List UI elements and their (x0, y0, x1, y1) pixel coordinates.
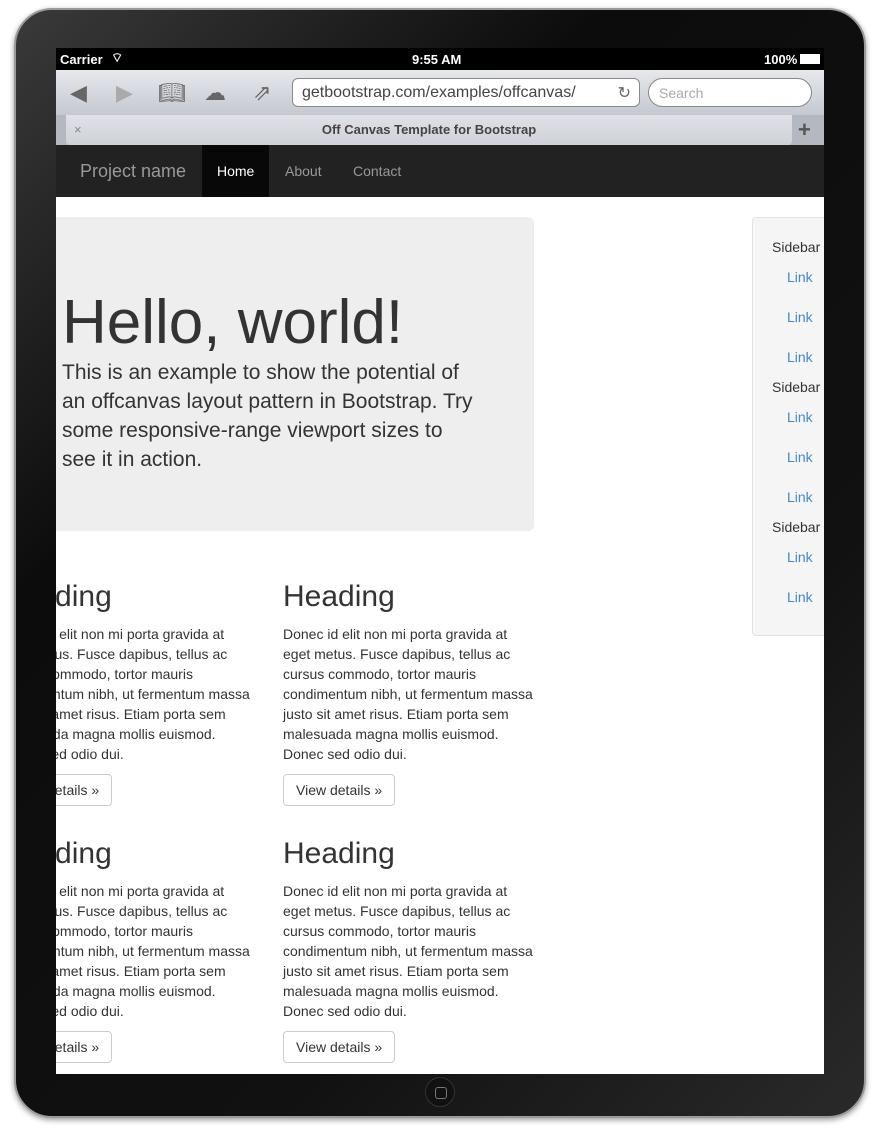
sidebar-link[interactable]: Link (787, 349, 813, 365)
status-bar: Carrier ⌔ 9:55 AM 100% (56, 48, 824, 70)
card-text: Donec id elit non mi porta gravida at eg… (56, 626, 250, 762)
close-tab-icon[interactable]: × (74, 115, 82, 145)
wifi-icon: ⌔ (111, 50, 124, 65)
sidebar-link[interactable]: Link (787, 549, 813, 565)
url-text: getbootstrap.com/examples/offcanvas/ (302, 84, 576, 101)
navbar: Project name Home About Contact (56, 145, 824, 197)
forward-icon[interactable]: ▶ (116, 80, 133, 106)
carrier: Carrier (60, 52, 103, 67)
new-tab-icon[interactable]: + (798, 117, 811, 143)
jumbotron-text: This is an example to show the potential… (62, 361, 473, 471)
nav-contact[interactable]: Contact (338, 145, 416, 197)
search-input[interactable]: Search (648, 78, 812, 107)
view-details-button[interactable]: View details » (283, 1031, 396, 1063)
page-content: Hello, world! This is an example to show… (56, 197, 824, 1074)
url-field[interactable]: getbootstrap.com/examples/offcanvas/ ↻ (292, 78, 640, 107)
view-details-button[interactable]: View details » (56, 774, 113, 806)
tab-title: Off Canvas Template for Bootstrap (321, 122, 537, 137)
browser-toolbar: ◀ ▶ 📖︎ ☁︎ ⇗ getbootstrap.com/examples/of… (56, 70, 824, 115)
sidebar-header: Sidebar (772, 239, 821, 255)
card-text: Donec id elit non mi porta gravida at eg… (56, 883, 250, 1019)
sidebar-link[interactable]: Link (787, 449, 813, 465)
sidebar-link[interactable]: Link (787, 589, 813, 605)
brand-link[interactable]: Project name (80, 161, 186, 182)
icloud-icon[interactable]: ☁︎ (204, 80, 226, 106)
screen: Carrier ⌔ 9:55 AM 100% ◀ ▶ 📖︎ ☁︎ ⇗ getbo… (56, 48, 824, 1074)
sidebar-link[interactable]: Link (787, 409, 813, 425)
view-details-button[interactable]: View details » (283, 774, 396, 806)
sidebar-link[interactable]: Link (787, 489, 813, 505)
tab-active[interactable]: × Off Canvas Template for Bootstrap (66, 115, 792, 145)
reload-icon[interactable]: ↻ (618, 83, 631, 103)
card: Heading Donec id elit non mi porta gravi… (56, 837, 255, 1063)
card-heading: Heading (56, 580, 112, 613)
sidebar-header: Sidebar (772, 519, 821, 535)
jumbotron: Hello, world! This is an example to show… (56, 217, 534, 531)
tab-bar: × Off Canvas Template for Bootstrap + (56, 115, 824, 145)
card: Heading Donec id elit non mi porta gravi… (283, 837, 538, 1063)
sidebar: Sidebar Link Link Link Sidebar Link Link… (752, 217, 824, 636)
card-text: Donec id elit non mi porta gravida at eg… (283, 883, 533, 1019)
sidebar-link[interactable]: Link (787, 269, 813, 285)
bookmarks-icon[interactable]: 📖︎ (158, 80, 186, 106)
sidebar-header: Sidebar (772, 379, 821, 395)
sidebar-link[interactable]: Link (787, 309, 813, 325)
share-icon[interactable]: ⇗ (253, 80, 271, 106)
back-icon[interactable]: ◀ (70, 80, 87, 106)
card-text: Donec id elit non mi porta gravida at eg… (283, 626, 533, 762)
nav-home[interactable]: Home (202, 145, 270, 197)
card: Heading Donec id elit non mi porta gravi… (56, 580, 255, 806)
card-heading: Heading (56, 837, 112, 870)
jumbotron-title: Hello, world! (62, 288, 404, 357)
card: Heading Donec id elit non mi porta gravi… (283, 580, 538, 806)
battery-level: 100% (764, 52, 798, 67)
battery-icon (800, 54, 820, 64)
card-heading: Heading (283, 580, 395, 613)
card-heading: Heading (283, 837, 395, 870)
nav-about[interactable]: About (270, 145, 337, 197)
home-button[interactable] (425, 1077, 455, 1107)
clock: 9:55 AM (412, 52, 462, 67)
view-details-button[interactable]: View details » (56, 1031, 113, 1063)
